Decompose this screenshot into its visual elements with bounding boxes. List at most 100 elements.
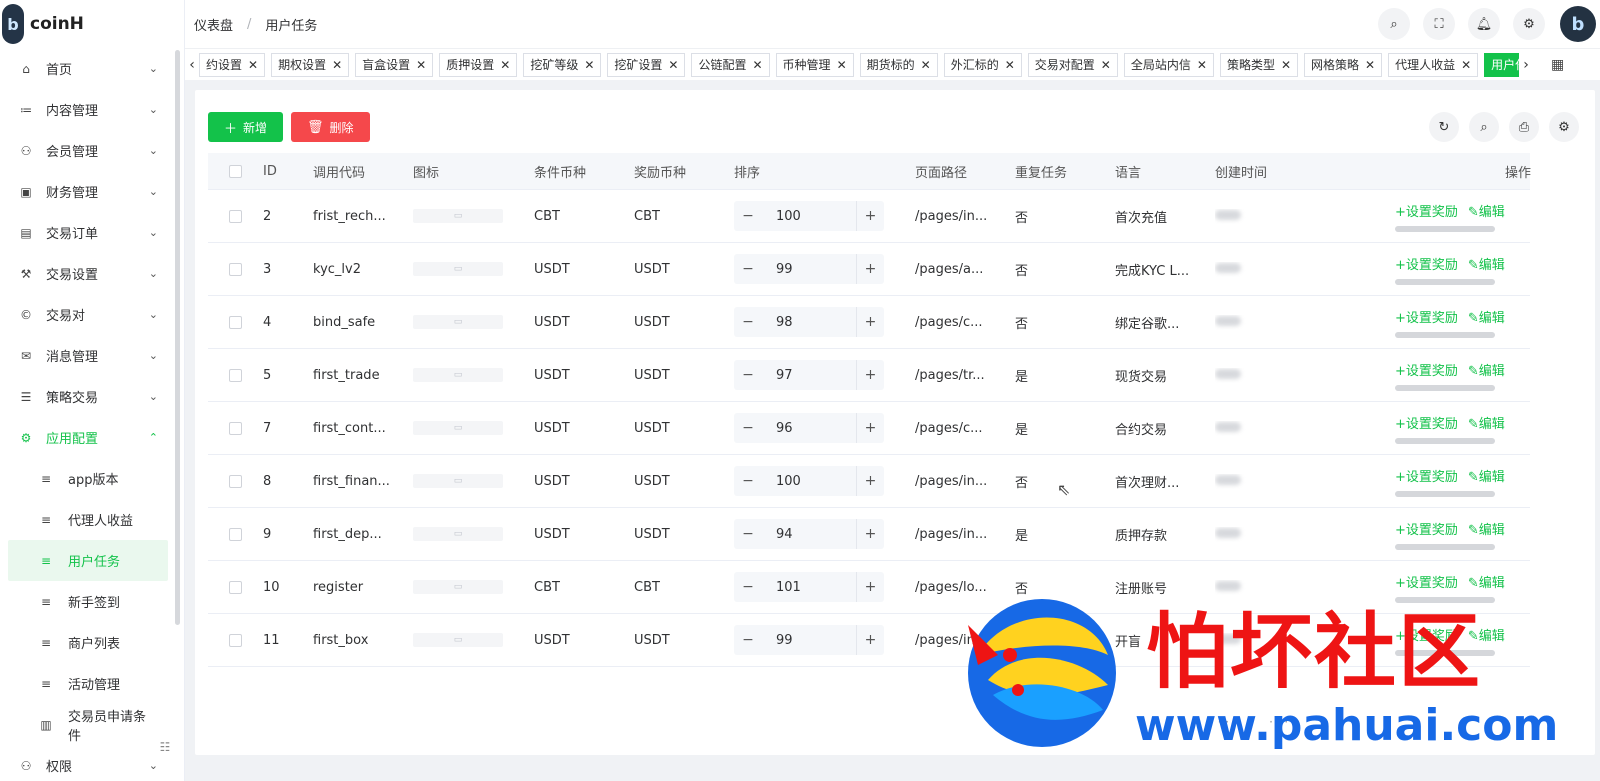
decrement-button[interactable]: − xyxy=(734,261,762,277)
select-all-checkbox[interactable] xyxy=(229,164,242,178)
set-reward-link[interactable]: +设置奖励 xyxy=(1395,254,1458,273)
sort-value[interactable]: 94 xyxy=(762,527,856,542)
column-settings-button[interactable]: ⚙ xyxy=(1549,112,1579,142)
tab-10[interactable]: 交易对配置 ✕ xyxy=(1027,52,1118,77)
close-icon[interactable]: ✕ xyxy=(416,58,426,72)
edit-link[interactable]: ✎编辑 xyxy=(1468,413,1505,432)
edit-link[interactable]: ✎编辑 xyxy=(1468,360,1505,379)
sidebar-item-6[interactable]: © 交易对 ⌄ xyxy=(0,294,184,335)
print-button[interactable]: ⎙ xyxy=(1509,112,1539,142)
tab-12[interactable]: 策略类型 ✕ xyxy=(1219,52,1299,77)
edit-link[interactable]: ✎编辑 xyxy=(1468,625,1505,644)
increment-button[interactable]: + xyxy=(856,201,884,231)
decrement-button[interactable]: − xyxy=(734,420,762,436)
sidebar-item-1[interactable]: ≔ 内容管理 ⌄ xyxy=(0,89,184,130)
sidebar-subitem-0[interactable]: ≡ app版本 xyxy=(0,458,184,499)
tab-5[interactable]: 挖矿设置 ✕ xyxy=(607,52,686,77)
increment-button[interactable]: + xyxy=(856,307,884,337)
tab-13[interactable]: 网格策略 ✕ xyxy=(1304,52,1383,77)
close-icon[interactable]: ✕ xyxy=(1197,58,1207,72)
tab-11[interactable]: 全局站内信 ✕ xyxy=(1123,52,1214,77)
sort-value[interactable]: 100 xyxy=(762,474,856,489)
tab-0[interactable]: 约设置 ✕ xyxy=(199,52,266,77)
close-icon[interactable]: ✕ xyxy=(921,58,931,72)
row-checkbox[interactable] xyxy=(229,474,242,488)
action-scrollbar[interactable] xyxy=(1395,278,1495,285)
action-scrollbar[interactable] xyxy=(1395,437,1495,444)
sort-value[interactable]: 97 xyxy=(762,368,856,383)
sidebar-subitem-1[interactable]: ≡ 代理人收益 xyxy=(0,499,184,540)
action-scrollbar[interactable] xyxy=(1395,225,1495,232)
action-scrollbar[interactable] xyxy=(1395,490,1495,497)
tab-4[interactable]: 挖矿等级 ✕ xyxy=(523,52,602,77)
notification-button[interactable]: 🔔︎ xyxy=(1468,8,1500,40)
tab-14[interactable]: 代理人收益 ✕ xyxy=(1388,52,1479,77)
sidebar-subitem-4[interactable]: ≡ 商户列表 xyxy=(0,622,184,663)
decrement-button[interactable]: − xyxy=(734,367,762,383)
decrement-button[interactable]: − xyxy=(734,579,762,595)
add-button[interactable]: ＋ 新增 xyxy=(208,112,284,142)
set-reward-link[interactable]: +设置奖励 xyxy=(1395,625,1458,644)
increment-button[interactable]: + xyxy=(856,360,884,390)
tabs-scroll-right-icon[interactable]: › xyxy=(1519,57,1533,73)
sidebar-subitem-2[interactable]: ≡ 用户任务 xyxy=(8,540,168,581)
search-button[interactable]: ⌕ xyxy=(1378,8,1410,40)
tab-7[interactable]: 币种管理 ✕ xyxy=(775,52,854,77)
close-icon[interactable]: ✕ xyxy=(584,58,594,72)
close-icon[interactable]: ✕ xyxy=(1365,58,1375,72)
tab-8[interactable]: 期货标的 ✕ xyxy=(859,52,938,77)
row-checkbox[interactable] xyxy=(229,262,242,276)
sidebar-subitem-5[interactable]: ≡ 活动管理 xyxy=(0,663,184,704)
row-checkbox[interactable] xyxy=(229,315,242,329)
sidebar-scrollbar[interactable] xyxy=(175,50,180,625)
sort-value[interactable]: 96 xyxy=(762,421,856,436)
sidebar-subitem-6[interactable]: ▥ 交易员申请条件 xyxy=(0,704,184,745)
sidebar-item-9[interactable]: ⚙ 应用配置 ⌃ xyxy=(0,417,184,458)
increment-button[interactable]: + xyxy=(856,413,884,443)
page-size-select[interactable]: · · · xyxy=(1269,715,1288,729)
decrement-button[interactable]: − xyxy=(734,473,762,489)
close-icon[interactable]: ✕ xyxy=(1461,58,1471,72)
set-reward-link[interactable]: +设置奖励 xyxy=(1395,466,1458,485)
action-scrollbar[interactable] xyxy=(1395,384,1495,391)
avatar[interactable]: b xyxy=(1560,6,1596,42)
row-checkbox[interactable] xyxy=(229,209,242,223)
increment-button[interactable]: + xyxy=(856,254,884,284)
tab-9[interactable]: 外汇标的 ✕ xyxy=(943,52,1022,77)
sidebar-subitem-3[interactable]: ≡ 新手签到 xyxy=(0,581,184,622)
row-checkbox[interactable] xyxy=(229,633,242,647)
delete-button[interactable]: 🗑︎ 删除 xyxy=(291,112,370,142)
refresh-button[interactable]: ↻ xyxy=(1429,112,1459,142)
close-icon[interactable]: ✕ xyxy=(332,58,342,72)
close-icon[interactable]: ✕ xyxy=(1005,58,1015,72)
sidebar-item-4[interactable]: ▤ 交易订单 ⌄ xyxy=(0,212,184,253)
tab-6[interactable]: 公链配置 ✕ xyxy=(691,52,770,77)
decrement-button[interactable]: − xyxy=(734,208,762,224)
breadcrumb-dashboard[interactable]: 仪表盘 xyxy=(194,15,233,34)
collapse-sidebar-icon[interactable]: ☷ xyxy=(156,740,174,756)
tab-15[interactable]: 用户任务✕ xyxy=(1484,52,1519,77)
row-checkbox[interactable] xyxy=(229,580,242,594)
sidebar-item-2[interactable]: ⚇ 会员管理 ⌄ xyxy=(0,130,184,171)
sidebar-item-0[interactable]: ⌂ 首页 ⌄ xyxy=(0,48,184,89)
decrement-button[interactable]: − xyxy=(734,632,762,648)
close-icon[interactable]: ✕ xyxy=(1101,58,1111,72)
increment-button[interactable]: + xyxy=(856,572,884,602)
sort-value[interactable]: 100 xyxy=(762,209,856,224)
edit-link[interactable]: ✎编辑 xyxy=(1468,572,1505,591)
edit-link[interactable]: ✎编辑 xyxy=(1468,519,1505,538)
close-icon[interactable]: ✕ xyxy=(668,58,678,72)
sort-value[interactable]: 99 xyxy=(762,633,856,648)
set-reward-link[interactable]: +设置奖励 xyxy=(1395,201,1458,220)
close-icon[interactable]: ✕ xyxy=(837,58,847,72)
sort-value[interactable]: 101 xyxy=(762,580,856,595)
increment-button[interactable]: + xyxy=(856,519,884,549)
sort-value[interactable]: 99 xyxy=(762,262,856,277)
set-reward-link[interactable]: +设置奖励 xyxy=(1395,572,1458,591)
action-scrollbar[interactable] xyxy=(1395,596,1495,603)
sidebar-item-3[interactable]: ▣ 财务管理 ⌄ xyxy=(0,171,184,212)
action-scrollbar[interactable] xyxy=(1395,331,1495,338)
tab-3[interactable]: 质押设置 ✕ xyxy=(439,52,518,77)
row-checkbox[interactable] xyxy=(229,527,242,541)
set-reward-link[interactable]: +设置奖励 xyxy=(1395,519,1458,538)
